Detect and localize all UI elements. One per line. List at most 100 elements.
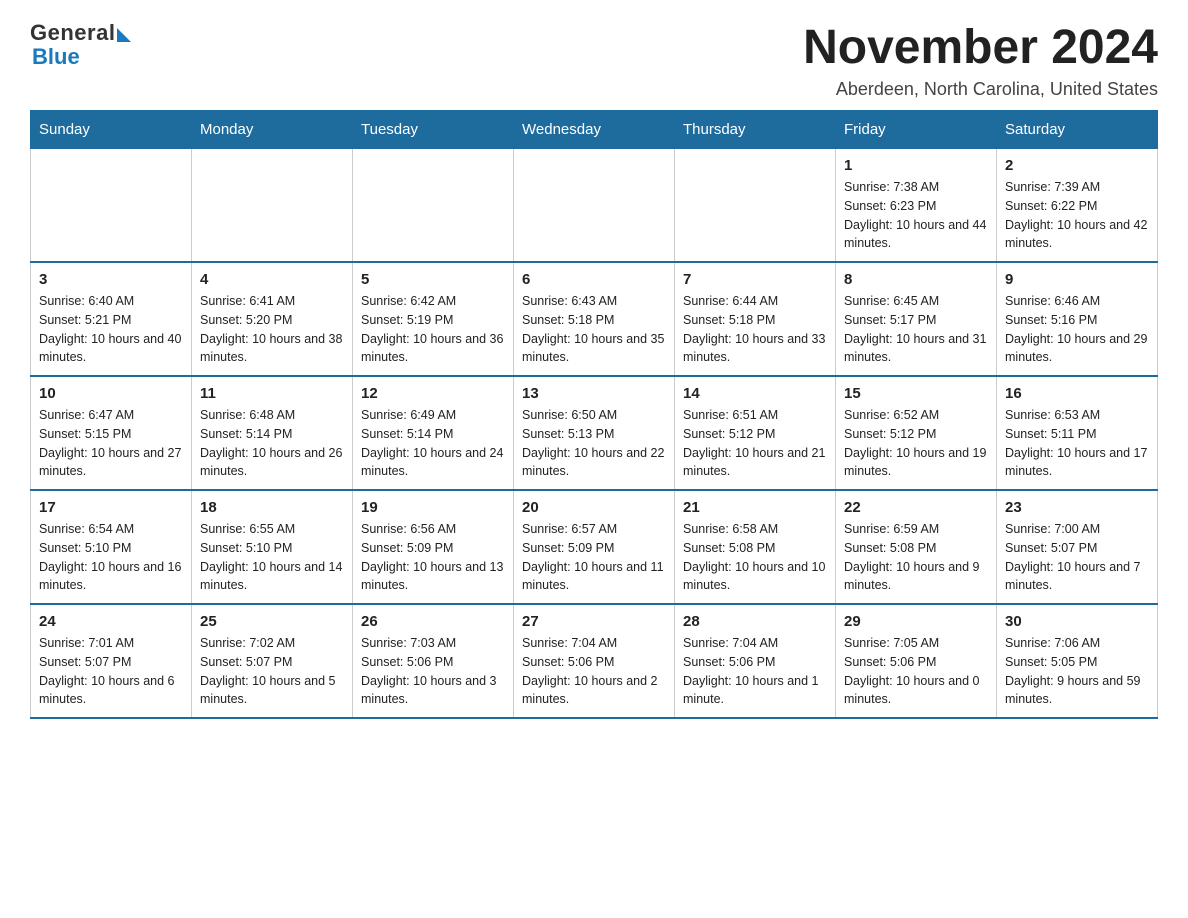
day-number: 20: [522, 499, 666, 516]
day-info: Sunrise: 6:55 AM Sunset: 5:10 PM Dayligh…: [200, 520, 344, 595]
day-cell: 8 Sunrise: 6:45 AM Sunset: 5:17 PM Daylig…: [836, 262, 997, 376]
day-info: Sunrise: 6:48 AM Sunset: 5:14 PM Dayligh…: [200, 406, 344, 481]
day-number: 24: [39, 613, 183, 630]
title-area: November 2024 Aberdeen, North Carolina, …: [803, 20, 1158, 100]
day-cell: 25 Sunrise: 7:02 AM Sunset: 5:07 PM Dayli…: [192, 604, 353, 718]
day-info: Sunrise: 7:06 AM Sunset: 5:05 PM Dayligh…: [1005, 634, 1149, 709]
day-number: 9: [1005, 271, 1149, 288]
day-cell: 12Sunrise: 6:49 AM Sunset: 5:14 PM Dayli…: [353, 376, 514, 490]
day-cell: 7Sunrise: 6:44 AM Sunset: 5:18 PM Daylig…: [675, 262, 836, 376]
logo: General Blue: [30, 20, 131, 70]
day-number: 18: [200, 499, 344, 516]
day-cell: 10Sunrise: 6:47 AM Sunset: 5:15 PM Dayli…: [31, 376, 192, 490]
day-info: Sunrise: 6:54 AM Sunset: 5:10 PM Dayligh…: [39, 520, 183, 595]
day-info: Sunrise: 6:58 AM Sunset: 5:08 PM Dayligh…: [683, 520, 827, 595]
calendar-table: SundayMondayTuesdayWednesdayThursdayFrid…: [30, 110, 1158, 719]
header-cell-thursday: Thursday: [675, 111, 836, 149]
day-info: Sunrise: 6:57 AM Sunset: 5:09 PM Dayligh…: [522, 520, 666, 595]
header-cell-friday: Friday: [836, 111, 997, 149]
day-info: Sunrise: 7:01 AM Sunset: 5:07 PM Dayligh…: [39, 634, 183, 709]
day-number: 3: [39, 271, 183, 288]
day-info: Sunrise: 6:46 AM Sunset: 5:16 PM Dayligh…: [1005, 292, 1149, 367]
day-number: 8: [844, 271, 988, 288]
day-info: Sunrise: 7:02 AM Sunset: 5:07 PM Dayligh…: [200, 634, 344, 709]
day-number: 7: [683, 271, 827, 288]
day-info: Sunrise: 6:51 AM Sunset: 5:12 PM Dayligh…: [683, 406, 827, 481]
week-row-3: 10Sunrise: 6:47 AM Sunset: 5:15 PM Dayli…: [31, 376, 1158, 490]
logo-arrow-icon: [117, 28, 131, 42]
day-number: 23: [1005, 499, 1149, 516]
day-cell: 16 Sunrise: 6:53 AM Sunset: 5:11 PM Dayli…: [997, 376, 1158, 490]
day-cell: 23 Sunrise: 7:00 AM Sunset: 5:07 PM Dayli…: [997, 490, 1158, 604]
day-cell: [353, 149, 514, 263]
header-cell-wednesday: Wednesday: [514, 111, 675, 149]
day-info: Sunrise: 6:45 AM Sunset: 5:17 PM Dayligh…: [844, 292, 988, 367]
day-info: Sunrise: 7:38 AM Sunset: 6:23 PM Dayligh…: [844, 178, 988, 253]
day-info: Sunrise: 7:05 AM Sunset: 5:06 PM Dayligh…: [844, 634, 988, 709]
day-cell: [192, 149, 353, 263]
header-cell-sunday: Sunday: [31, 111, 192, 149]
day-number: 16: [1005, 385, 1149, 402]
day-info: Sunrise: 7:39 AM Sunset: 6:22 PM Dayligh…: [1005, 178, 1149, 253]
week-row-2: 3 Sunrise: 6:40 AM Sunset: 5:21 PM Daylig…: [31, 262, 1158, 376]
day-info: Sunrise: 7:03 AM Sunset: 5:06 PM Dayligh…: [361, 634, 505, 709]
day-number: 11: [200, 385, 344, 402]
header-cell-tuesday: Tuesday: [353, 111, 514, 149]
day-cell: 14 Sunrise: 6:51 AM Sunset: 5:12 PM Dayli…: [675, 376, 836, 490]
logo-blue-text: Blue: [30, 44, 80, 70]
day-cell: 27 Sunrise: 7:04 AM Sunset: 5:06 PM Dayli…: [514, 604, 675, 718]
day-cell: 20 Sunrise: 6:57 AM Sunset: 5:09 PM Dayli…: [514, 490, 675, 604]
day-cell: 6Sunrise: 6:43 AM Sunset: 5:18 PM Daylig…: [514, 262, 675, 376]
day-number: 30: [1005, 613, 1149, 630]
day-info: Sunrise: 7:04 AM Sunset: 5:06 PM Dayligh…: [683, 634, 827, 709]
day-cell: 1 Sunrise: 7:38 AM Sunset: 6:23 PM Daylig…: [836, 149, 997, 263]
day-cell: 26Sunrise: 7:03 AM Sunset: 5:06 PM Dayli…: [353, 604, 514, 718]
day-cell: [675, 149, 836, 263]
day-number: 28: [683, 613, 827, 630]
day-cell: 19Sunrise: 6:56 AM Sunset: 5:09 PM Dayli…: [353, 490, 514, 604]
day-info: Sunrise: 6:59 AM Sunset: 5:08 PM Dayligh…: [844, 520, 988, 595]
day-number: 15: [844, 385, 988, 402]
day-cell: 28 Sunrise: 7:04 AM Sunset: 5:06 PM Dayli…: [675, 604, 836, 718]
day-info: Sunrise: 7:04 AM Sunset: 5:06 PM Dayligh…: [522, 634, 666, 709]
day-cell: 21 Sunrise: 6:58 AM Sunset: 5:08 PM Dayli…: [675, 490, 836, 604]
day-cell: 2 Sunrise: 7:39 AM Sunset: 6:22 PM Daylig…: [997, 149, 1158, 263]
day-info: Sunrise: 6:40 AM Sunset: 5:21 PM Dayligh…: [39, 292, 183, 367]
day-cell: 3 Sunrise: 6:40 AM Sunset: 5:21 PM Daylig…: [31, 262, 192, 376]
day-info: Sunrise: 6:53 AM Sunset: 5:11 PM Dayligh…: [1005, 406, 1149, 481]
header-row: SundayMondayTuesdayWednesdayThursdayFrid…: [31, 111, 1158, 149]
header-cell-saturday: Saturday: [997, 111, 1158, 149]
day-cell: 22Sunrise: 6:59 AM Sunset: 5:08 PM Dayli…: [836, 490, 997, 604]
day-info: Sunrise: 6:47 AM Sunset: 5:15 PM Dayligh…: [39, 406, 183, 481]
calendar-body: 1 Sunrise: 7:38 AM Sunset: 6:23 PM Daylig…: [31, 149, 1158, 719]
week-row-1: 1 Sunrise: 7:38 AM Sunset: 6:23 PM Daylig…: [31, 149, 1158, 263]
day-cell: 18 Sunrise: 6:55 AM Sunset: 5:10 PM Dayli…: [192, 490, 353, 604]
header-cell-monday: Monday: [192, 111, 353, 149]
day-cell: [514, 149, 675, 263]
day-info: Sunrise: 6:56 AM Sunset: 5:09 PM Dayligh…: [361, 520, 505, 595]
day-number: 25: [200, 613, 344, 630]
week-row-4: 17 Sunrise: 6:54 AM Sunset: 5:10 PM Dayli…: [31, 490, 1158, 604]
day-number: 13: [522, 385, 666, 402]
day-cell: 15 Sunrise: 6:52 AM Sunset: 5:12 PM Dayli…: [836, 376, 997, 490]
day-cell: 24 Sunrise: 7:01 AM Sunset: 5:07 PM Dayli…: [31, 604, 192, 718]
page-header: General Blue November 2024 Aberdeen, Nor…: [30, 20, 1158, 100]
day-number: 14: [683, 385, 827, 402]
day-number: 2: [1005, 157, 1149, 174]
day-info: Sunrise: 6:50 AM Sunset: 5:13 PM Dayligh…: [522, 406, 666, 481]
day-number: 6: [522, 271, 666, 288]
day-info: Sunrise: 7:00 AM Sunset: 5:07 PM Dayligh…: [1005, 520, 1149, 595]
day-number: 1: [844, 157, 988, 174]
day-info: Sunrise: 6:49 AM Sunset: 5:14 PM Dayligh…: [361, 406, 505, 481]
day-info: Sunrise: 6:41 AM Sunset: 5:20 PM Dayligh…: [200, 292, 344, 367]
day-number: 17: [39, 499, 183, 516]
day-number: 27: [522, 613, 666, 630]
day-number: 29: [844, 613, 988, 630]
day-cell: 9 Sunrise: 6:46 AM Sunset: 5:16 PM Daylig…: [997, 262, 1158, 376]
day-number: 21: [683, 499, 827, 516]
day-number: 5: [361, 271, 505, 288]
calendar-header: SundayMondayTuesdayWednesdayThursdayFrid…: [31, 111, 1158, 149]
day-cell: [31, 149, 192, 263]
day-cell: 13 Sunrise: 6:50 AM Sunset: 5:13 PM Dayli…: [514, 376, 675, 490]
day-info: Sunrise: 6:52 AM Sunset: 5:12 PM Dayligh…: [844, 406, 988, 481]
